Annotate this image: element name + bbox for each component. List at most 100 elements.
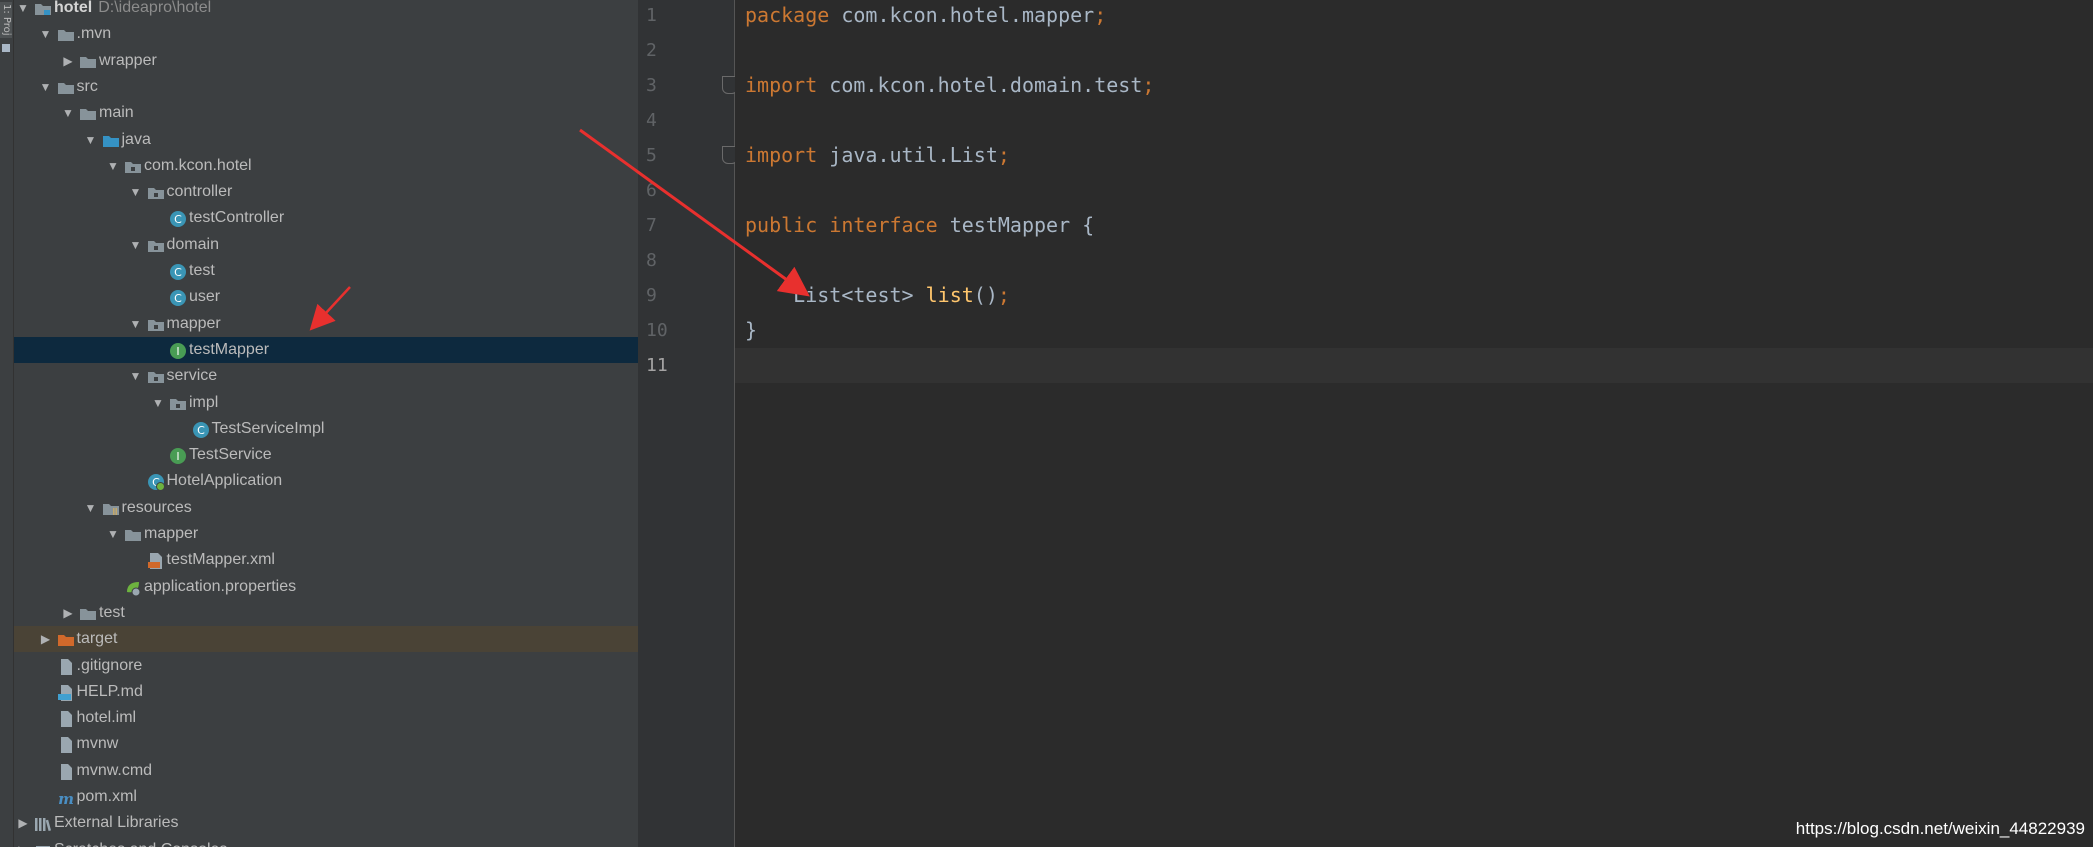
code-line[interactable]: public interface testMapper { bbox=[745, 208, 1094, 243]
tree-testcontroller[interactable]: CtestController bbox=[14, 205, 638, 231]
tree-mvn[interactable]: ▼ .mvn bbox=[14, 21, 638, 47]
tree-item-label: main bbox=[99, 104, 134, 122]
class-icon: C bbox=[169, 289, 187, 307]
collapse-arrow-icon[interactable]: ▶ bbox=[39, 626, 53, 652]
tree-item-label: .gitignore bbox=[76, 656, 143, 674]
expand-arrow-icon[interactable]: ▼ bbox=[16, 0, 30, 21]
expand-arrow-icon[interactable]: ▼ bbox=[39, 21, 53, 47]
tree-pom-xml[interactable]: m pom.xml bbox=[14, 784, 638, 810]
tree-resources-mapper[interactable]: ▼ mapper bbox=[14, 521, 638, 547]
code-token: com.kcon.hotel.mapper bbox=[829, 3, 1095, 27]
expand-arrow-icon[interactable]: ▼ bbox=[39, 74, 53, 100]
tree-item-label: hotel.iml bbox=[76, 709, 137, 727]
tree-mapper[interactable]: ▼ mapper bbox=[14, 311, 638, 337]
structure-icon[interactable] bbox=[2, 44, 10, 52]
svg-text:C: C bbox=[174, 213, 182, 226]
collapse-arrow-icon[interactable]: ▶ bbox=[61, 600, 75, 626]
package-icon bbox=[147, 368, 165, 384]
tree-impl[interactable]: ▼ impl bbox=[14, 390, 638, 416]
collapse-arrow-icon[interactable]: ▶ bbox=[61, 48, 75, 74]
tree-controller[interactable]: ▼ controller bbox=[14, 179, 638, 205]
expand-arrow-icon[interactable]: ▼ bbox=[84, 495, 98, 521]
expand-arrow-icon[interactable]: ▼ bbox=[106, 153, 120, 179]
code-editor[interactable]: package com.kcon.hotel.mapper; import com… bbox=[735, 0, 2093, 847]
line-number: 4 bbox=[646, 110, 657, 131]
tree-help-md[interactable]: HELP.md bbox=[14, 679, 638, 705]
project-tree[interactable]: ▼ hotel D:\ideapro\hotel ▼ .mvn ▶ wrapper ▼ src ▼… bbox=[14, 0, 638, 847]
tree-hotel-iml[interactable]: hotel.iml bbox=[14, 705, 638, 731]
code-line[interactable]: List<test> list(); bbox=[745, 278, 1010, 313]
tree-package-hotel[interactable]: ▼ com.kcon.hotel bbox=[14, 153, 638, 179]
tree-root-hotel[interactable]: ▼ hotel D:\ideapro\hotel bbox=[14, 0, 638, 21]
tree-wrapper[interactable]: ▶ wrapper bbox=[14, 48, 638, 74]
code-line[interactable]: import com.kcon.hotel.domain.test; bbox=[745, 68, 1154, 103]
folder-icon bbox=[79, 105, 97, 121]
folder-icon bbox=[79, 605, 97, 621]
project-tool-window-tab[interactable]: 1: Proj bbox=[0, 2, 12, 38]
markdown-file-icon bbox=[57, 684, 75, 701]
svg-text:C: C bbox=[174, 292, 182, 305]
tree-gitignore[interactable]: .gitignore bbox=[14, 653, 638, 679]
code-token: public bbox=[745, 213, 818, 237]
code-token: testMapper { bbox=[937, 213, 1095, 237]
tree-test-folder[interactable]: ▶ test bbox=[14, 600, 638, 626]
tree-item-label: domain bbox=[166, 235, 219, 253]
expand-arrow-icon[interactable]: ▼ bbox=[129, 311, 143, 337]
tree-item-label: TestService bbox=[189, 446, 272, 464]
tree-item-label: target bbox=[76, 630, 118, 648]
tree-test-class[interactable]: Ctest bbox=[14, 258, 638, 284]
collapse-arrow-icon[interactable]: ▶ bbox=[16, 810, 30, 836]
tree-testmapper[interactable]: ItestMapper bbox=[14, 336, 638, 363]
code-token: interface bbox=[829, 213, 938, 237]
code-token: ; bbox=[997, 143, 1010, 167]
tree-item-label: mapper bbox=[166, 314, 221, 332]
expand-arrow-icon[interactable]: ▼ bbox=[129, 232, 143, 258]
code-token: List<test> bbox=[745, 283, 926, 307]
tree-service[interactable]: ▼ service bbox=[14, 363, 638, 389]
caret-line-highlight bbox=[735, 348, 2093, 383]
expand-arrow-icon[interactable]: ▼ bbox=[151, 390, 165, 416]
scratches-icon bbox=[34, 842, 52, 847]
tree-testserviceimpl[interactable]: C TestServiceImpl bbox=[14, 416, 638, 442]
line-number: 5 bbox=[646, 145, 657, 166]
tree-mvnw[interactable]: mvnw bbox=[14, 731, 638, 757]
code-token: com.kcon.hotel.domain.test bbox=[817, 73, 1143, 97]
code-line[interactable]: import java.util.List; bbox=[745, 138, 1010, 173]
code-line[interactable]: } bbox=[745, 313, 757, 348]
svg-text:I: I bbox=[176, 345, 179, 358]
expand-arrow-icon[interactable]: ▼ bbox=[129, 179, 143, 205]
spring-boot-class-icon: C bbox=[147, 473, 165, 492]
tree-src[interactable]: ▼ src bbox=[14, 74, 638, 100]
tree-main[interactable]: ▼ main bbox=[14, 100, 638, 126]
tree-testservice[interactable]: I TestService bbox=[14, 442, 638, 468]
project-path-hint: D:\ideapro\hotel bbox=[98, 0, 212, 16]
tree-item-label: pom.xml bbox=[76, 788, 137, 805]
expand-arrow-icon[interactable]: ▼ bbox=[84, 127, 98, 153]
tree-item-label: mvnw bbox=[76, 735, 119, 753]
tree-target[interactable]: ▶ target bbox=[14, 626, 638, 653]
tree-java[interactable]: ▼ java bbox=[14, 127, 638, 153]
tree-mvnw-cmd[interactable]: mvnw.cmd bbox=[14, 758, 638, 784]
xml-file-icon bbox=[147, 552, 165, 570]
tree-scratches[interactable]: ▶ Scratches and Consoles bbox=[14, 837, 638, 847]
tree-hotelapplication[interactable]: C HotelApplication bbox=[14, 468, 638, 494]
tree-domain[interactable]: ▼ domain bbox=[14, 232, 638, 258]
tree-user-class[interactable]: Cuser bbox=[14, 284, 638, 310]
interface-icon: I bbox=[169, 342, 187, 359]
tree-item-label: hotel bbox=[54, 0, 93, 16]
collapse-arrow-icon[interactable]: ▶ bbox=[16, 837, 30, 847]
code-line[interactable]: package com.kcon.hotel.mapper; bbox=[745, 0, 1106, 33]
project-tool-window-strip: 1: Proj bbox=[0, 0, 14, 847]
tree-testmapper-xml[interactable]: testMapper.xml bbox=[14, 547, 638, 573]
tree-external-libraries[interactable]: ▶ External Libraries bbox=[14, 810, 638, 836]
line-number: 6 bbox=[646, 180, 657, 201]
tree-item-label: testController bbox=[189, 209, 285, 227]
expand-arrow-icon[interactable]: ▼ bbox=[129, 363, 143, 389]
tree-item-label: testMapper bbox=[189, 340, 270, 358]
tree-item-label: application.properties bbox=[144, 577, 297, 595]
tree-item-label: mvnw.cmd bbox=[76, 761, 153, 779]
tree-resources[interactable]: ▼ resources bbox=[14, 495, 638, 521]
expand-arrow-icon[interactable]: ▼ bbox=[61, 100, 75, 126]
tree-application-properties[interactable]: application.properties bbox=[14, 574, 638, 600]
expand-arrow-icon[interactable]: ▼ bbox=[106, 521, 120, 547]
